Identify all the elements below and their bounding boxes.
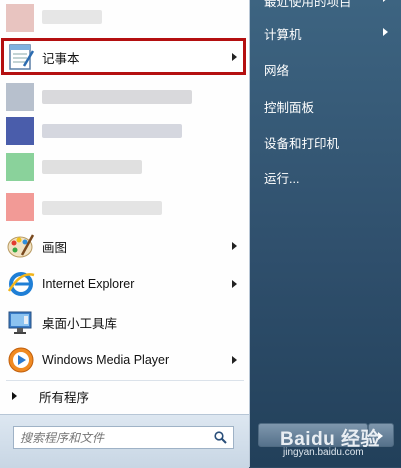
menu-item-paint[interactable]: 画图 [0, 228, 249, 264]
submenu-arrow-icon [383, 28, 388, 36]
submenu-arrow-icon [232, 280, 237, 288]
recent-items-link[interactable]: 最近使用的项目 [264, 0, 352, 10]
submenu-arrow-icon [232, 242, 237, 250]
computer-link[interactable]: 计算机 [264, 24, 302, 43]
expand-arrow-icon [12, 392, 17, 400]
desktop-gadgets-icon [8, 311, 32, 334]
run-link[interactable]: 运行... [264, 168, 299, 187]
search-area [0, 414, 249, 468]
network-link[interactable]: 网络 [264, 60, 289, 79]
search-box[interactable] [13, 426, 234, 449]
blurred-app-label [42, 124, 182, 138]
menu-item-label: Windows Media Player [42, 353, 170, 367]
search-icon[interactable] [214, 431, 227, 444]
all-programs-button[interactable]: 所有程序 [0, 381, 249, 411]
blurred-app-icon [6, 83, 34, 111]
submenu-arrow-icon [232, 356, 237, 364]
notepad-icon [9, 44, 35, 70]
windows-media-player-icon [8, 347, 34, 373]
devices-and-printers-link[interactable]: 设备和打印机 [264, 133, 339, 152]
menu-item-desktop-gadgets[interactable]: 桌面小工具库 [0, 304, 249, 340]
blurred-app-label [42, 201, 162, 215]
blurred-app-label [42, 10, 102, 24]
start-menu-programs-pane: 记事本 画图 Internet Explorer 桌面小工具库 Windows … [0, 0, 250, 468]
control-panel-link[interactable]: 控制面板 [264, 97, 314, 116]
menu-item-notepad[interactable]: 记事本 [0, 39, 249, 75]
submenu-arrow-icon [232, 53, 237, 61]
submenu-arrow-icon [383, 0, 388, 2]
blurred-app-label [42, 160, 142, 174]
all-programs-label: 所有程序 [39, 390, 90, 405]
menu-item-windows-media-player[interactable]: Windows Media Player [0, 342, 249, 378]
watermark-url: jingyan.baidu.com [283, 447, 364, 458]
blurred-app-icon [6, 193, 34, 221]
menu-item-label: Internet Explorer [42, 277, 135, 291]
internet-explorer-icon [7, 272, 35, 296]
search-input[interactable] [14, 427, 216, 448]
blurred-app-label [42, 90, 192, 104]
blurred-app-icon [6, 117, 34, 145]
paint-icon [7, 234, 35, 258]
blurred-app-icon [6, 153, 34, 181]
blurred-app-icon [6, 4, 34, 32]
menu-item-label: 桌面小工具库 [42, 316, 118, 331]
menu-item-internet-explorer[interactable]: Internet Explorer [0, 266, 249, 302]
menu-item-label: 记事本 [42, 51, 80, 66]
menu-item-label: 画图 [42, 240, 68, 255]
